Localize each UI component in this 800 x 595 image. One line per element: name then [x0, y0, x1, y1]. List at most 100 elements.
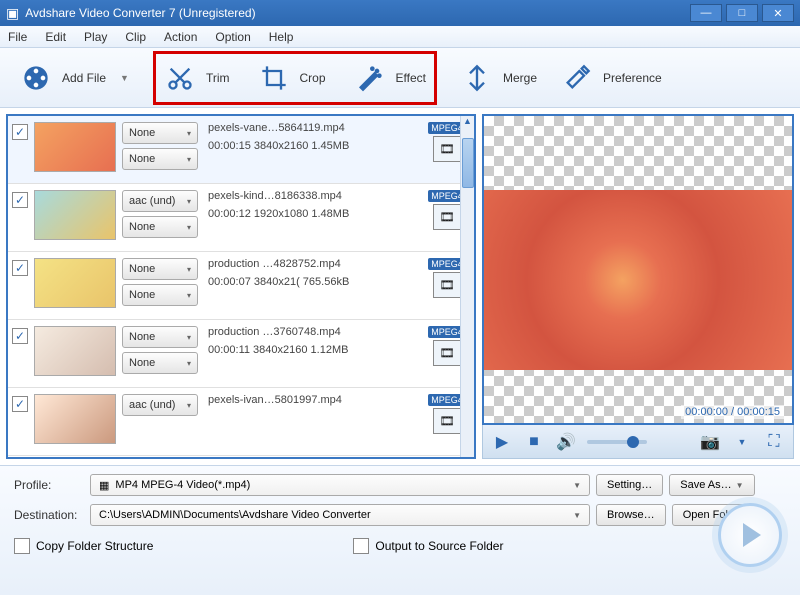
snapshot-dropdown[interactable]: ▼: [731, 431, 753, 453]
output-source-checkbox[interactable]: Output to Source Folder: [353, 538, 503, 554]
volume-thumb[interactable]: [627, 436, 639, 448]
file-row[interactable]: ✓ None▾ None▾ pexels-vane…5864119.mp4 00…: [8, 116, 474, 184]
setting-button[interactable]: Setting…: [596, 474, 663, 496]
crop-button[interactable]: Crop: [258, 62, 326, 94]
crop-label: Crop: [300, 71, 326, 85]
preference-label: Preference: [603, 71, 662, 85]
scrollbar-thumb[interactable]: [462, 138, 474, 188]
snapshot-button[interactable]: 📷: [699, 431, 721, 453]
merge-label: Merge: [503, 71, 537, 85]
time-current: 00:00:00: [685, 406, 728, 418]
file-checkbox[interactable]: ✓: [12, 396, 28, 412]
file-checkbox[interactable]: ✓: [12, 192, 28, 208]
film-reel-icon: [20, 62, 52, 94]
wand-icon: [354, 62, 386, 94]
film-icon: 🎞: [433, 272, 461, 298]
file-info: pexels-ivan…5801997.mp4: [204, 394, 422, 412]
audio-track-dropdown[interactable]: None▾: [122, 122, 198, 144]
browse-button[interactable]: Browse…: [596, 504, 666, 526]
main-area: ✓ None▾ None▾ pexels-vane…5864119.mp4 00…: [0, 108, 800, 466]
preview-timecode: 00:00:00 / 00:00:15: [681, 405, 784, 419]
preview-panel: 00:00:00 / 00:00:15 ▶ ■ 🔊 📷 ▼ ⛶: [482, 114, 794, 459]
player-controls: ▶ ■ 🔊 📷 ▼ ⛶: [482, 425, 794, 459]
scroll-up-icon[interactable]: ▲: [461, 116, 474, 126]
menu-edit[interactable]: Edit: [45, 30, 66, 44]
trim-button[interactable]: Trim: [164, 62, 230, 94]
checkbox-icon: [14, 538, 30, 554]
preference-button[interactable]: Preference: [561, 62, 662, 94]
profile-row: Profile: ▦ MP4 MPEG-4 Video(*.mp4) ▼ Set…: [14, 474, 786, 496]
film-icon: 🎞: [433, 204, 461, 230]
close-button[interactable]: ✕: [762, 4, 794, 22]
file-checkbox[interactable]: ✓: [12, 260, 28, 276]
volume-slider[interactable]: [587, 440, 647, 444]
audio-track-dropdown[interactable]: aac (und)▾: [122, 394, 198, 416]
profile-label: Profile:: [14, 478, 84, 492]
menu-action[interactable]: Action: [164, 30, 197, 44]
subtitle-dropdown[interactable]: None▾: [122, 352, 198, 374]
file-thumbnail: [34, 122, 116, 172]
file-thumbnail: [34, 326, 116, 376]
toolbar: Add File ▼ Trim Crop Effect Merge: [0, 48, 800, 108]
titlebar: ▣ Avdshare Video Converter 7 (Unregister…: [0, 0, 800, 26]
fullscreen-button[interactable]: ⛶: [763, 431, 785, 453]
preview-viewport: 00:00:00 / 00:00:15: [482, 114, 794, 425]
file-thumbnail: [34, 258, 116, 308]
copy-folder-checkbox[interactable]: Copy Folder Structure: [14, 538, 153, 554]
window-controls: — □ ✕: [690, 4, 794, 22]
file-track-controls: aac (und)▾ None▾: [122, 190, 198, 238]
subtitle-dropdown[interactable]: None▾: [122, 284, 198, 306]
window-title: Avdshare Video Converter 7 (Unregistered…: [25, 6, 690, 20]
tools-icon: [561, 62, 593, 94]
file-checkbox[interactable]: ✓: [12, 124, 28, 140]
add-file-button[interactable]: Add File ▼: [20, 62, 129, 94]
audio-track-dropdown[interactable]: aac (und)▾: [122, 190, 198, 212]
volume-icon[interactable]: 🔊: [555, 431, 577, 453]
file-track-controls: None▾ None▾: [122, 258, 198, 306]
preview-frame: [484, 190, 792, 370]
minimize-button[interactable]: —: [690, 4, 722, 22]
effect-button[interactable]: Effect: [354, 62, 426, 94]
maximize-button[interactable]: □: [726, 4, 758, 22]
file-thumbnail: [34, 190, 116, 240]
file-row[interactable]: ✓ None▾ None▾ production …3760748.mp4 00…: [8, 320, 474, 388]
file-row[interactable]: ✓ aac (und)▾ pexels-ivan…5801997.mp4 MPE…: [8, 388, 474, 456]
file-row[interactable]: ✓ None▾ None▾ production …4828752.mp4 00…: [8, 252, 474, 320]
file-details: 00:00:15 3840x2160 1.45MB: [208, 140, 422, 152]
menu-play[interactable]: Play: [84, 30, 107, 44]
copy-folder-label: Copy Folder Structure: [36, 539, 153, 553]
file-list-panel: ✓ None▾ None▾ pexels-vane…5864119.mp4 00…: [6, 114, 476, 459]
file-details: 00:00:12 1920x1080 1.48MB: [208, 208, 422, 220]
dropdown-icon: ▼: [120, 73, 129, 83]
menu-option[interactable]: Option: [215, 30, 250, 44]
profile-dropdown[interactable]: ▦ MP4 MPEG-4 Video(*.mp4) ▼: [90, 474, 590, 496]
scrollbar[interactable]: ▲: [460, 116, 474, 457]
menu-help[interactable]: Help: [269, 30, 294, 44]
film-icon: 🎞: [433, 408, 461, 434]
destination-dropdown[interactable]: C:\Users\ADMIN\Documents\Avdshare Video …: [90, 504, 590, 526]
play-button[interactable]: ▶: [491, 431, 513, 453]
stop-button[interactable]: ■: [523, 431, 545, 453]
bottom-panel: Profile: ▦ MP4 MPEG-4 Video(*.mp4) ▼ Set…: [0, 466, 800, 595]
subtitle-dropdown[interactable]: None▾: [122, 216, 198, 238]
audio-track-dropdown[interactable]: None▾: [122, 258, 198, 280]
file-details: 00:00:11 3840x2160 1.12MB: [208, 344, 422, 356]
audio-track-dropdown[interactable]: None▾: [122, 326, 198, 348]
save-as-button[interactable]: Save As… ▼: [669, 474, 754, 496]
scissors-icon: [164, 62, 196, 94]
file-row[interactable]: ✓ aac (und)▾ None▾ pexels-kind…8186338.m…: [8, 184, 474, 252]
app-icon: ▣: [6, 5, 19, 22]
subtitle-dropdown[interactable]: None▾: [122, 148, 198, 170]
menu-clip[interactable]: Clip: [125, 30, 146, 44]
file-list: ✓ None▾ None▾ pexels-vane…5864119.mp4 00…: [8, 116, 474, 457]
menu-file[interactable]: File: [8, 30, 27, 44]
convert-button[interactable]: [718, 503, 782, 567]
time-total: 00:00:15: [737, 406, 780, 418]
merge-button[interactable]: Merge: [461, 62, 537, 94]
effect-label: Effect: [396, 71, 426, 85]
edit-tools-highlight: Trim Crop Effect: [153, 51, 437, 105]
film-icon: 🎞: [433, 340, 461, 366]
file-info: pexels-vane…5864119.mp4 00:00:15 3840x21…: [204, 122, 422, 152]
destination-row: Destination: C:\Users\ADMIN\Documents\Av…: [14, 504, 786, 526]
file-checkbox[interactable]: ✓: [12, 328, 28, 344]
